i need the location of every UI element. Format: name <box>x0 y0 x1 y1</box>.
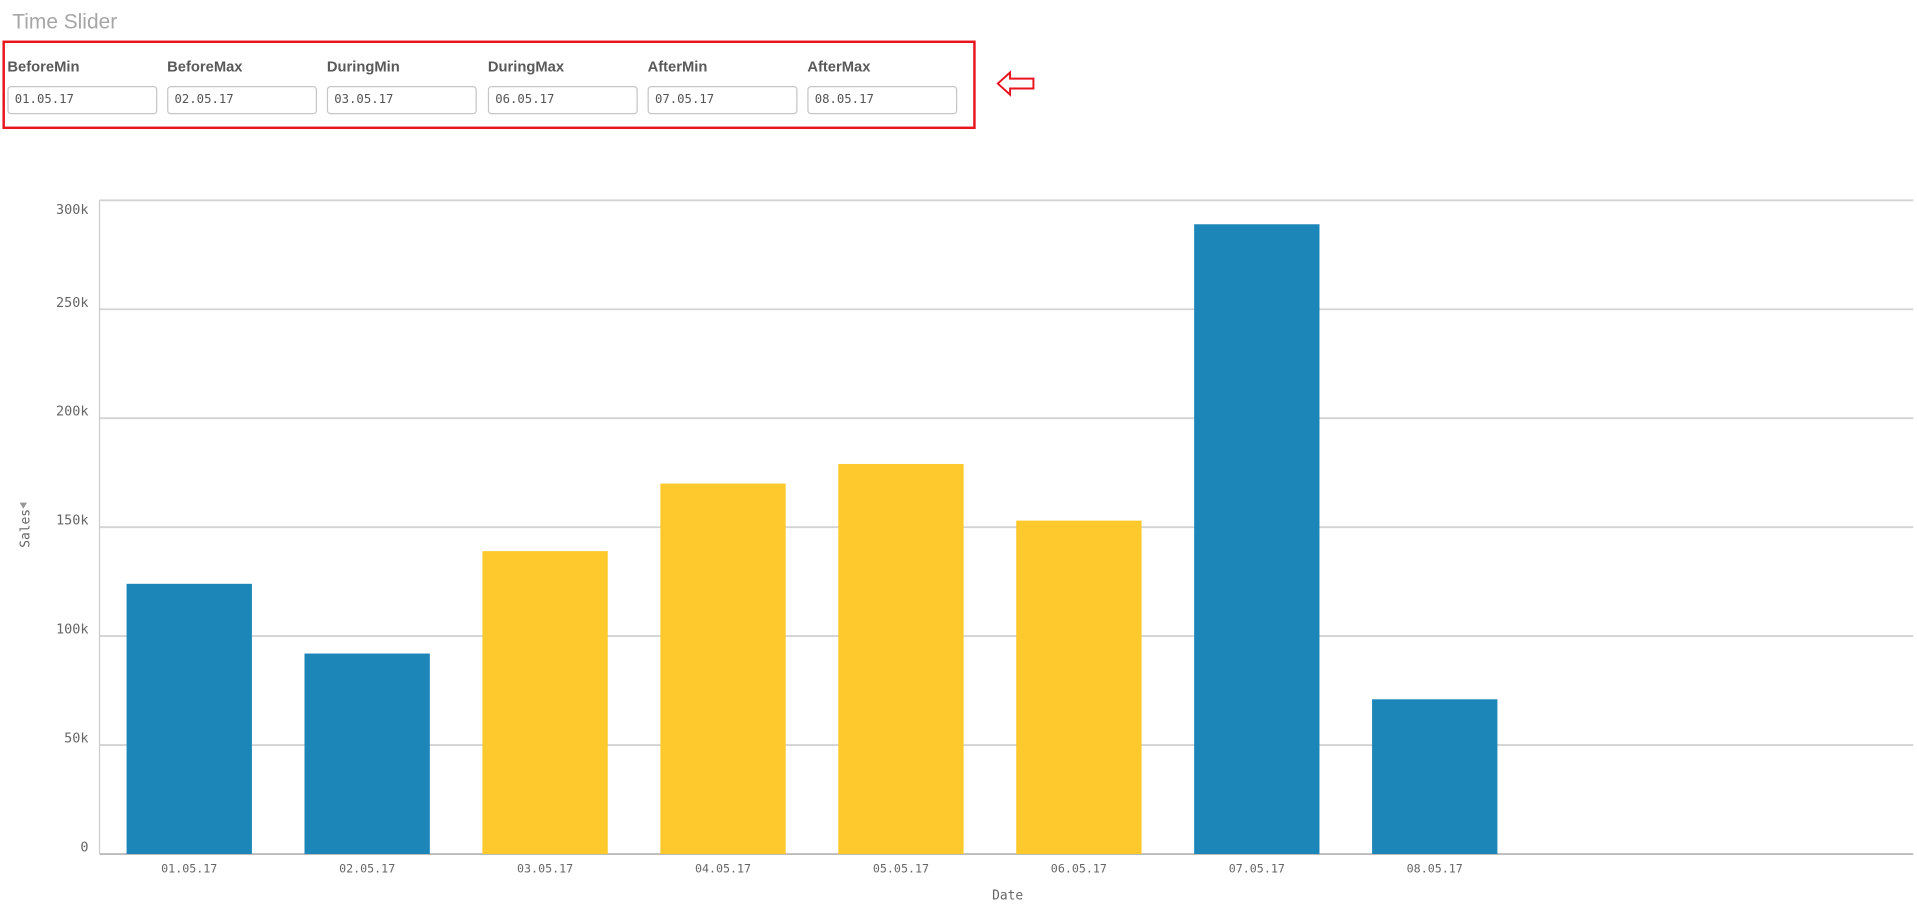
bar-07.05.17 <box>1194 224 1320 855</box>
x-tick-label: 04.05.17 <box>695 861 751 875</box>
bar-06.05.17 <box>1016 520 1142 855</box>
y-axis-title: Sales <box>18 509 33 548</box>
bar-chart: 0 50k 100k 150k 200k 250k 300k 01.05.17 02.05.17… <box>18 199 1914 903</box>
x-axis-title: Date <box>992 888 1023 903</box>
x-tick-label: 01.05.17 <box>161 861 217 875</box>
x-tick-label: 03.05.17 <box>517 861 573 875</box>
stage: Time Slider BeforeMin BeforeMax DuringMi… <box>0 0 1917 909</box>
bar-05.05.17 <box>838 463 964 855</box>
y-tick-label: 300k <box>56 202 89 218</box>
bar-03.05.17 <box>482 551 608 855</box>
y-tick-label: 150k <box>56 513 89 529</box>
x-tick-label: 08.05.17 <box>1407 861 1463 875</box>
y-tick-label: 0 <box>80 840 88 856</box>
y-axis-dropdown-icon <box>19 502 28 509</box>
bar-01.05.17 <box>126 583 252 855</box>
bar-04.05.17 <box>660 483 786 855</box>
bar-08.05.17 <box>1372 699 1498 855</box>
x-tick-label: 07.05.17 <box>1229 861 1285 875</box>
y-tick-label: 250k <box>56 295 89 311</box>
bar-02.05.17 <box>304 653 430 855</box>
y-tick-label: 200k <box>56 404 89 420</box>
x-tick-label: 06.05.17 <box>1051 861 1107 875</box>
y-tick-label: 100k <box>56 622 89 638</box>
y-tick-label: 50k <box>64 731 88 747</box>
x-tick-label: 05.05.17 <box>873 861 929 875</box>
x-tick-label: 02.05.17 <box>339 861 395 875</box>
